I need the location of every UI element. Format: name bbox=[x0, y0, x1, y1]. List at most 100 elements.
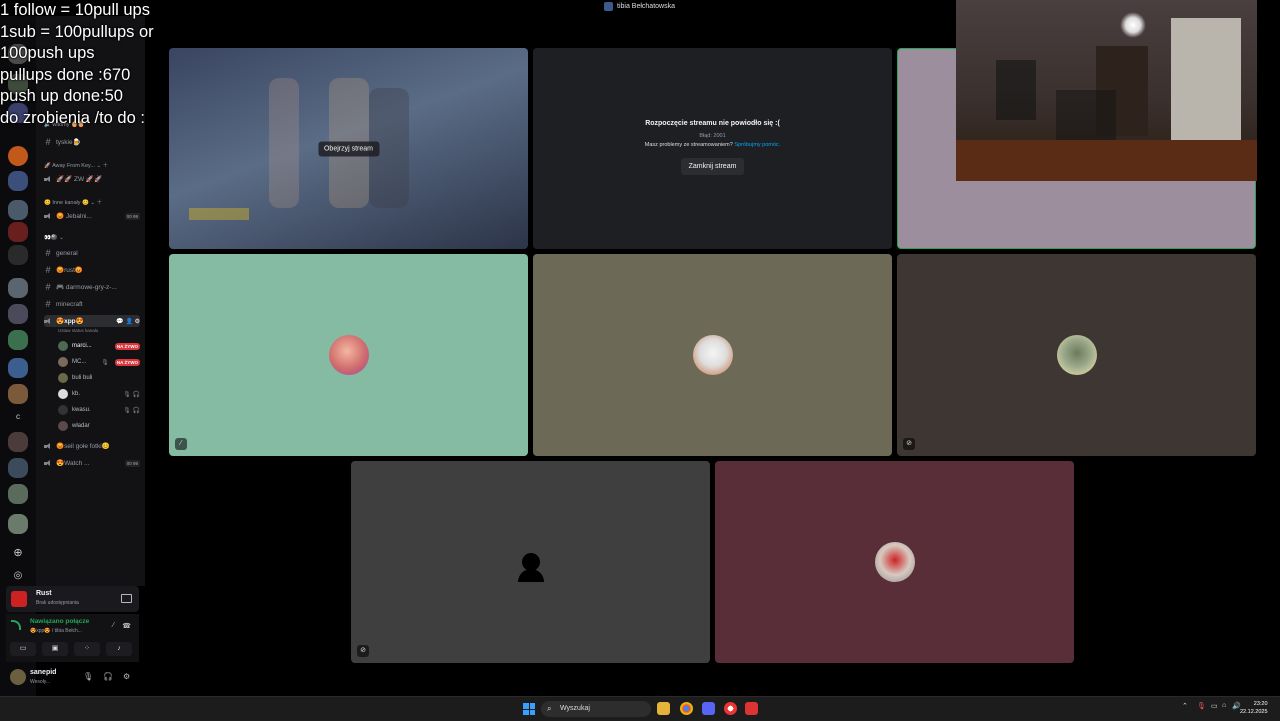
live-badge: NA ŻYWO bbox=[114, 342, 140, 350]
error-help: Masz problemy ze streamowaniem? Spróbujm… bbox=[644, 142, 781, 148]
watch-stream-button[interactable]: Obejrzyj stream bbox=[317, 141, 380, 156]
headphones-icon[interactable]: 🎧 bbox=[103, 672, 113, 681]
channel-rust[interactable]: # 😡rust😡 bbox=[44, 264, 140, 276]
participant-tile[interactable] bbox=[715, 461, 1074, 663]
avatar bbox=[1056, 335, 1097, 375]
server-icon-9[interactable] bbox=[8, 278, 28, 298]
channel-darmowe-gry[interactable]: # 🎮 darmowe-gry-z-... bbox=[44, 281, 140, 293]
member-row[interactable]: kb. 🎙 🎧 bbox=[58, 388, 140, 400]
webcam-feed bbox=[956, 0, 1257, 181]
server-icon-11[interactable] bbox=[8, 330, 28, 350]
user-panel: sanepid Wesoły... 🎙 🎧 ⚙ bbox=[6, 664, 139, 690]
user-avatar[interactable] bbox=[10, 669, 26, 685]
game-status: Brak udostępniania bbox=[36, 600, 79, 606]
channel-tyskie[interactable]: # tyskie🍺 bbox=[44, 136, 140, 148]
deafened-icon: ⊘ bbox=[357, 645, 369, 657]
participant-tile[interactable] bbox=[533, 254, 892, 456]
member-row[interactable]: buli buli bbox=[58, 372, 140, 384]
disconnect-icon[interactable]: ☎ bbox=[122, 622, 131, 630]
server-icon-7[interactable] bbox=[8, 222, 28, 242]
member-row[interactable]: MC... 🎙 NA ŻYWO bbox=[58, 356, 140, 368]
user-status[interactable]: Wesoły... bbox=[30, 679, 50, 685]
file-explorer-icon[interactable] bbox=[657, 702, 670, 715]
add-server-icon[interactable]: ⊕ bbox=[8, 546, 28, 559]
opera-icon[interactable] bbox=[724, 702, 737, 715]
muted-deafened-icons: 🎙 🎧 bbox=[123, 391, 140, 398]
channel-status-hint[interactable]: Ustaw status kanału bbox=[58, 328, 98, 333]
floor-shape bbox=[956, 140, 1257, 181]
voice-location[interactable]: 😍xpp😍 / tibia Bełch... bbox=[30, 628, 82, 634]
chair-shape bbox=[1056, 90, 1116, 140]
server-icon-6[interactable] bbox=[8, 200, 28, 220]
chrome-icon[interactable] bbox=[680, 702, 693, 715]
user-name[interactable]: sanepid bbox=[30, 669, 56, 676]
voice-status[interactable]: Nawiązano połącze bbox=[30, 618, 89, 625]
channel-watch[interactable]: 😍Watch ... 00 99 bbox=[44, 457, 140, 469]
overlay-line: 100push ups bbox=[0, 44, 95, 62]
server-icon-13[interactable] bbox=[8, 384, 28, 404]
server-icon-14[interactable] bbox=[8, 432, 28, 452]
live-badge: NA ŻYWO bbox=[114, 358, 140, 366]
game-button-shape bbox=[189, 208, 249, 220]
server-icon-5[interactable] bbox=[8, 171, 28, 191]
close-stream-button[interactable]: Zamknij stream bbox=[680, 158, 745, 175]
channel-jebalni[interactable]: 😡 Jebalni... 00 99 bbox=[44, 210, 140, 222]
tray-chevron-icon[interactable]: ⌃ bbox=[1182, 702, 1188, 710]
member-row[interactable]: władar bbox=[58, 420, 140, 432]
microphone-icon[interactable]: 🎙 bbox=[83, 672, 93, 681]
network-tray-icon[interactable]: ⌂ bbox=[1222, 702, 1226, 709]
stream-preview-tile[interactable]: Obejrzyj stream bbox=[169, 48, 528, 249]
category-afk[interactable]: 🚀 Away From Key... ⌄ ＋ bbox=[44, 161, 108, 169]
member-row[interactable]: kwasu. 🎙 🎧 bbox=[58, 404, 140, 416]
noise-suppression-icon[interactable]: ⁄ bbox=[113, 622, 114, 629]
server-icon-4[interactable] bbox=[8, 146, 28, 166]
category-inne[interactable]: 😊 Inne kanały 😊 ⌄ ＋ bbox=[44, 198, 102, 206]
avatar bbox=[874, 542, 915, 582]
taskbar-clock[interactable]: 23:20 22.12.2025 bbox=[1240, 700, 1268, 716]
help-link[interactable]: Spróbujmy pomóc. bbox=[734, 142, 780, 148]
avatar bbox=[58, 373, 68, 383]
mic-tray-icon[interactable]: 🎙 bbox=[1197, 702, 1206, 710]
server-icon-17[interactable] bbox=[8, 514, 28, 534]
screen-share-icon[interactable] bbox=[121, 594, 132, 603]
participant-tile[interactable]: ⊘ bbox=[897, 254, 1256, 456]
channel-minecraft[interactable]: # minecraft bbox=[44, 298, 140, 310]
server-icon-15[interactable] bbox=[8, 458, 28, 478]
member-row[interactable]: marci... NA ŻYWO bbox=[58, 340, 140, 352]
default-avatar-body bbox=[518, 569, 544, 582]
share-screen-button[interactable]: ▣ bbox=[42, 642, 68, 656]
user-count-badge: 00 99 bbox=[124, 459, 140, 467]
server-icon-10[interactable] bbox=[8, 304, 28, 324]
category-misc[interactable]: 👀🎱 ⌄ bbox=[44, 235, 64, 241]
taskbar-search[interactable]: ⌕ Wyszukaj bbox=[541, 701, 651, 717]
discover-icon[interactable]: ◎ bbox=[8, 570, 28, 581]
server-icon bbox=[604, 2, 613, 11]
channel-zw[interactable]: 🚀🚀 ZW 🚀🚀 bbox=[44, 173, 140, 185]
hash-icon: # bbox=[45, 137, 51, 147]
server-icon-8[interactable] bbox=[8, 245, 28, 265]
overlay-line: pullups done :670 bbox=[0, 65, 131, 84]
camera-button[interactable]: ▭ bbox=[10, 642, 36, 656]
discord-icon[interactable] bbox=[702, 702, 715, 715]
channel-general[interactable]: # general bbox=[44, 247, 140, 259]
soundboard-button[interactable]: ♪ bbox=[106, 642, 132, 656]
activities-button[interactable]: ⁘ bbox=[74, 642, 100, 656]
server-title: tibia Bełchatowska bbox=[604, 2, 675, 11]
hash-icon: # bbox=[45, 265, 51, 275]
activity-panel: Rust Brak udostępniania bbox=[6, 586, 139, 612]
participant-tile[interactable]: ⁄ bbox=[169, 254, 528, 456]
settings-gear-icon[interactable]: ⚙ bbox=[123, 672, 130, 681]
server-letter-c[interactable]: c bbox=[8, 412, 28, 421]
channel-actions-icons[interactable]: 💬 👤 ⚙ bbox=[116, 318, 140, 325]
channel-xpp[interactable]: 😍xpp😍 💬 👤 ⚙ bbox=[44, 315, 140, 327]
character-silhouette bbox=[269, 78, 299, 208]
server-icon-16[interactable] bbox=[8, 484, 28, 504]
display-tray-icon[interactable]: ▭ bbox=[1211, 702, 1218, 710]
avatar bbox=[58, 405, 68, 415]
server-icon-12[interactable] bbox=[8, 358, 28, 378]
rust-icon[interactable] bbox=[745, 702, 758, 715]
channel-seil[interactable]: 😡seil gołe fotki😊 bbox=[44, 440, 140, 452]
participant-tile[interactable]: ⊘ bbox=[351, 461, 710, 663]
windows-start-icon[interactable] bbox=[523, 703, 535, 715]
mic-muted-icon: 🎙 bbox=[101, 359, 109, 366]
